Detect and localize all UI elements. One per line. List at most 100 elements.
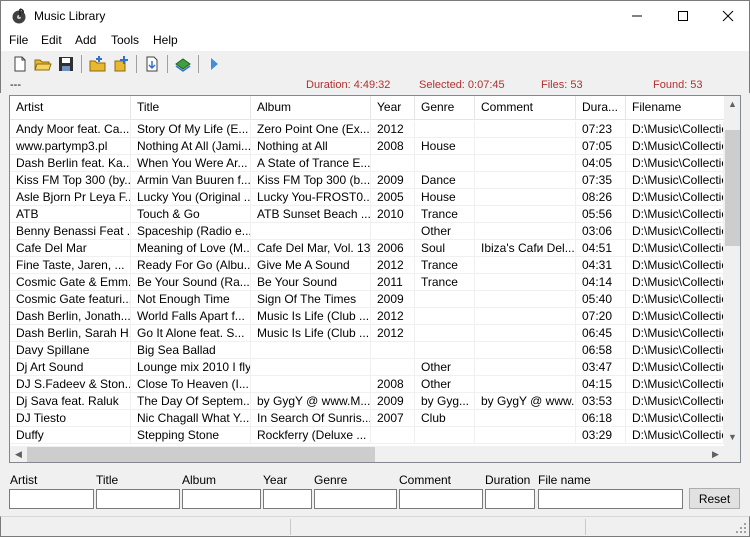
- table-row[interactable]: ATB Touch & Go ATB Sunset Beach ... 2010 Tra…: [10, 206, 724, 223]
- track-list[interactable]: Artist Title Album Year Genre Comment Du…: [9, 95, 741, 463]
- cell-duration: 03:47: [576, 359, 626, 376]
- table-row[interactable]: Dash Berlin, Sarah H... Go It Alone feat.…: [10, 325, 724, 342]
- reset-button[interactable]: Reset: [689, 488, 740, 509]
- column-header-filename[interactable]: Filename: [626, 96, 724, 120]
- menu-file[interactable]: File: [9, 33, 28, 47]
- new-file-icon[interactable]: [11, 55, 29, 73]
- filename-filter-input[interactable]: [538, 489, 683, 509]
- cell-duration: 07:23: [576, 121, 626, 138]
- horizontal-scroll-thumb[interactable]: [27, 447, 375, 462]
- cell-artist: Asle Bjorn Pr Leya F...: [10, 189, 131, 206]
- table-row[interactable]: Benny Benassi Feat ... Spaceship (Radio e…: [10, 223, 724, 240]
- scroll-right-arrow-icon[interactable]: ▶: [707, 446, 724, 462]
- cell-genre: [415, 291, 475, 308]
- artist-filter-input[interactable]: [9, 489, 94, 509]
- resize-grip-icon[interactable]: [735, 522, 747, 534]
- table-row[interactable]: Fine Taste, Jaren, ... Ready For Go (Albu…: [10, 257, 724, 274]
- save-icon[interactable]: [57, 55, 75, 73]
- table-row[interactable]: Cosmic Gate & Emm... Be Your Sound (Ra...…: [10, 274, 724, 291]
- status-separator: [585, 519, 586, 535]
- table-row[interactable]: Cafe Del Mar Meaning of Love (M... Cafe De…: [10, 240, 724, 257]
- column-header-duration[interactable]: Dura...: [576, 96, 626, 120]
- selected-duration: Selected: 0:07:45: [419, 79, 505, 91]
- import-icon[interactable]: [143, 55, 161, 73]
- toolbar-separator: [198, 55, 199, 73]
- cell-duration: 03:53: [576, 393, 626, 410]
- table-row[interactable]: DJ Tiesto Nic Chagall What Y... In Search …: [10, 410, 724, 427]
- scroll-up-arrow-icon[interactable]: ▲: [724, 96, 740, 113]
- scroll-down-arrow-icon[interactable]: ▼: [724, 429, 740, 446]
- table-row[interactable]: www.partymp3.pl Nothing At All (Jami... No…: [10, 138, 724, 155]
- table-row[interactable]: Dash Berlin, Jonath... World Falls Apart …: [10, 308, 724, 325]
- cell-filename: D:\Music\Collection: [626, 206, 724, 223]
- scrollbar-corner: [724, 446, 740, 462]
- horizontal-scrollbar[interactable]: ◀ ▶: [10, 446, 724, 462]
- cell-comment: Ibiza's Cafи Del...: [475, 240, 576, 257]
- add-folder-icon[interactable]: [89, 55, 107, 73]
- library-icon[interactable]: [174, 55, 192, 73]
- duration-filter-input[interactable]: [485, 489, 535, 509]
- play-icon[interactable]: [205, 55, 223, 73]
- table-row[interactable]: Dj Sava feat. Raluk The Day Of Septem... b…: [10, 393, 724, 410]
- table-row[interactable]: Kiss FM Top 300 (by... Armin Van Buuren f…: [10, 172, 724, 189]
- filter-label-genre: Genre: [314, 473, 348, 487]
- open-folder-icon[interactable]: [34, 55, 52, 73]
- table-row[interactable]: Duffy Stepping Stone Rockferry (Deluxe ...…: [10, 427, 724, 444]
- cell-genre: Trance: [415, 206, 475, 223]
- comment-filter-input[interactable]: [399, 489, 483, 509]
- scroll-left-arrow-icon[interactable]: ◀: [10, 446, 27, 462]
- table-row[interactable]: Dash Berlin feat. Ka... When You Were Ar.…: [10, 155, 724, 172]
- column-header-year[interactable]: Year: [371, 96, 415, 120]
- cell-album: by GygY @ www.M...: [251, 393, 371, 410]
- column-header-comment[interactable]: Comment: [475, 96, 576, 120]
- cell-filename: D:\Music\Collection: [626, 172, 724, 189]
- cell-genre: House: [415, 189, 475, 206]
- cell-album: A State of Trance E...: [251, 155, 371, 172]
- cell-genre: Club: [415, 410, 475, 427]
- album-filter-input[interactable]: [182, 489, 261, 509]
- cell-artist: Dash Berlin feat. Ka...: [10, 155, 131, 172]
- table-row[interactable]: DJ S.Fadeev & Ston... Close To Heaven (I.…: [10, 376, 724, 393]
- title-filter-input[interactable]: [96, 489, 180, 509]
- minimize-button[interactable]: [614, 1, 660, 31]
- cell-duration: 05:40: [576, 291, 626, 308]
- cell-filename: D:\Music\Collection: [626, 376, 724, 393]
- cell-year: 2009: [371, 172, 415, 189]
- genre-filter-input[interactable]: [314, 489, 397, 509]
- cell-album: Give Me A Sound: [251, 257, 371, 274]
- cell-artist: Dash Berlin, Sarah H...: [10, 325, 131, 342]
- year-filter-input[interactable]: [263, 489, 312, 509]
- column-header-title[interactable]: Title: [131, 96, 251, 120]
- vertical-scroll-thumb[interactable]: [725, 130, 740, 246]
- cell-album: Music Is Life (Club ...: [251, 308, 371, 325]
- status-dashes: ---: [10, 79, 21, 91]
- cell-comment: [475, 325, 576, 342]
- cell-title: Nic Chagall What Y...: [131, 410, 251, 427]
- cell-comment: [475, 172, 576, 189]
- menu-add[interactable]: Add: [75, 33, 96, 47]
- cell-genre: [415, 308, 475, 325]
- cell-title: Close To Heaven (I...: [131, 376, 251, 393]
- table-row[interactable]: Dj Art Sound Lounge mix 2010 I fly Other 03…: [10, 359, 724, 376]
- table-row[interactable]: Davy Spillane Big Sea Ballad 06:58 D:\Music…: [10, 342, 724, 359]
- add-files-icon[interactable]: [112, 55, 130, 73]
- filter-label-title: Title: [96, 473, 119, 487]
- vertical-scrollbar[interactable]: ▲ ▼: [724, 96, 740, 446]
- cell-comment: [475, 155, 576, 172]
- filter-label-comment: Comment: [399, 473, 452, 487]
- cell-artist: DJ S.Fadeev & Ston...: [10, 376, 131, 393]
- cell-filename: D:\Music\Collection: [626, 393, 724, 410]
- menu-tools[interactable]: Tools: [111, 33, 139, 47]
- table-row[interactable]: Andy Moor feat. Ca... Story Of My Life (E…: [10, 121, 724, 138]
- column-header-album[interactable]: Album: [251, 96, 371, 120]
- menu-edit[interactable]: Edit: [41, 33, 62, 47]
- cell-title: When You Were Ar...: [131, 155, 251, 172]
- cell-genre: [415, 155, 475, 172]
- table-row[interactable]: Asle Bjorn Pr Leya F... Lucky You (Origin…: [10, 189, 724, 206]
- column-header-artist[interactable]: Artist: [10, 96, 131, 120]
- close-button[interactable]: [705, 1, 750, 31]
- menu-help[interactable]: Help: [153, 33, 178, 47]
- table-row[interactable]: Cosmic Gate featuri... Not Enough Time Sig…: [10, 291, 724, 308]
- maximize-button[interactable]: [660, 1, 706, 31]
- column-header-genre[interactable]: Genre: [415, 96, 475, 120]
